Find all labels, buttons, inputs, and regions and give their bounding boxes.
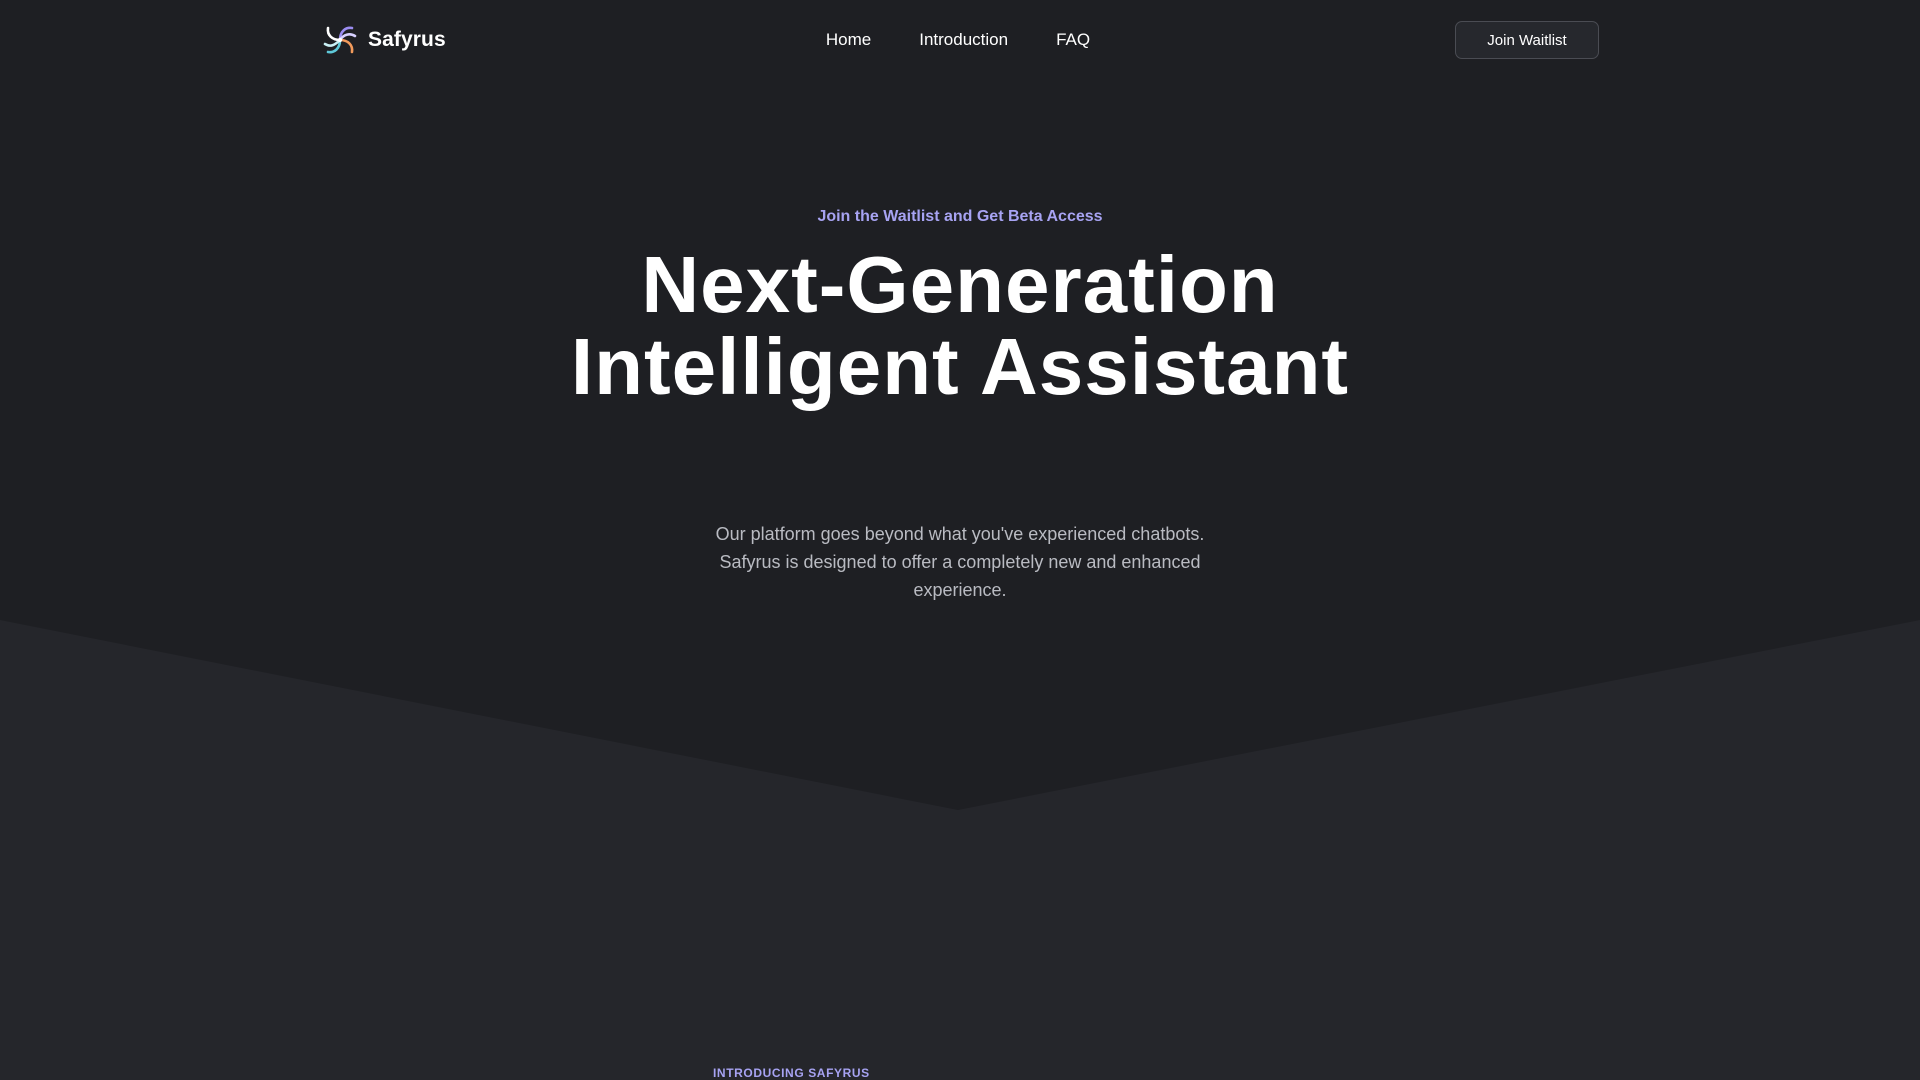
headline-line-1: Next-Generation [641,240,1279,329]
headline-line-2: Intelligent Assistant [570,322,1350,411]
join-waitlist-button[interactable]: Join Waitlist [1455,21,1599,59]
hero-headline: Next-Generation Intelligent Assistant [0,240,1920,411]
nav-link-home[interactable]: Home [826,28,871,52]
spiral-logo-icon [323,26,357,54]
nav-link-introduction[interactable]: Introduction [919,28,1008,52]
landing-page: Safyrus Home Introduction FAQ Join Waitl… [0,0,1920,1080]
brand-name: Safyrus [368,28,446,51]
brand[interactable]: Safyrus [320,20,446,60]
main-nav: Home Introduction FAQ [0,28,1920,52]
hero-description: Our platform goes beyond what you've exp… [715,524,1205,600]
intro-section-eyebrow: INTRODUCING SAFYRUS [713,1066,870,1080]
hero-eyebrow: Join the Waitlist and Get Beta Access [817,208,1103,225]
top-navbar: Safyrus Home Introduction FAQ Join Waitl… [0,0,1920,80]
nav-list: Home Introduction FAQ [826,28,1090,52]
nav-link-faq[interactable]: FAQ [1056,28,1090,52]
